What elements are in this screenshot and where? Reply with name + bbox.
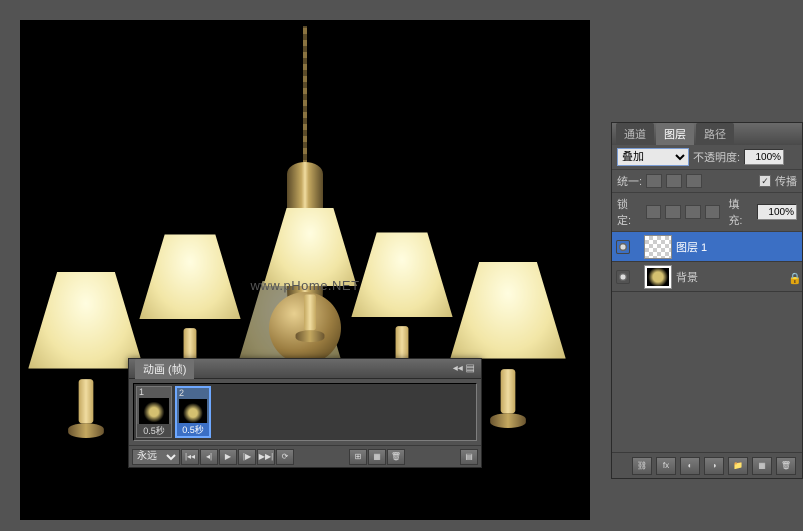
layer-row[interactable]: 背景 🔒 — [612, 262, 802, 292]
layer-row[interactable]: 图层 1 — [612, 232, 802, 262]
last-frame-button[interactable]: ▶▶| — [257, 449, 275, 465]
layer-thumbnail[interactable] — [644, 265, 672, 289]
delete-frame-button[interactable]: 🗑 — [387, 449, 405, 465]
layers-panel-tabs: 通道 图层 路径 — [612, 123, 802, 145]
panel-options-button[interactable]: ▤ — [460, 449, 478, 465]
layer-name-label[interactable]: 背景 — [676, 269, 784, 285]
layer-group-button[interactable]: 📁 — [728, 457, 748, 475]
next-frame-button[interactable]: |▶ — [238, 449, 256, 465]
tab-paths[interactable]: 路径 — [696, 123, 734, 145]
unify-style-icon[interactable] — [686, 174, 702, 188]
animation-frame[interactable]: 2 0.5秒 — [175, 386, 211, 438]
lock-icon: 🔒 — [788, 272, 798, 282]
animation-frame[interactable]: 1 0.5秒 — [136, 386, 172, 438]
tab-layers[interactable]: 图层 — [656, 123, 694, 145]
blend-mode-select[interactable]: 叠加 — [617, 148, 689, 166]
duplicate-frame-button[interactable]: ⊞ — [349, 449, 367, 465]
panel-menu-icon[interactable]: ◂◂ ▤ — [453, 363, 475, 374]
lock-transparent-icon[interactable] — [646, 205, 662, 219]
fill-label: 填充: — [728, 196, 753, 228]
frame-thumbnail — [139, 398, 169, 426]
visibility-eye-icon[interactable] — [616, 270, 630, 284]
layer-thumbnail[interactable] — [644, 235, 672, 259]
link-layers-button[interactable]: ⛓ — [632, 457, 652, 475]
animation-panel: 动画 (帧) ◂◂ ▤ 1 0.5秒 2 0.5秒 永远 |◂◂ ◂| ▶ |▶… — [128, 358, 482, 468]
watermark-text: www.pHome.NET — [250, 278, 359, 293]
new-frame-button[interactable]: ▦ — [368, 449, 386, 465]
lock-pixels-icon[interactable] — [665, 205, 681, 219]
layer-name-label[interactable]: 图层 1 — [676, 239, 798, 255]
lock-position-icon[interactable] — [685, 205, 701, 219]
animation-tab[interactable]: 动画 (帧) — [135, 359, 194, 379]
frame-delay[interactable]: 0.5秒 — [137, 424, 171, 437]
frame-number: 1 — [139, 387, 144, 397]
delete-layer-button[interactable]: 🗑 — [776, 457, 796, 475]
lock-label: 锁定: — [617, 196, 642, 228]
unify-label: 统一: — [617, 173, 642, 189]
unify-position-icon[interactable] — [646, 174, 662, 188]
layer-fx-button[interactable]: fx — [656, 457, 676, 475]
frame-delay[interactable]: 0.5秒 — [177, 423, 209, 436]
tab-channels[interactable]: 通道 — [616, 123, 654, 145]
opacity-input[interactable] — [744, 149, 784, 165]
tween-button[interactable]: ⟳ — [276, 449, 294, 465]
new-layer-button[interactable]: ▦ — [752, 457, 772, 475]
propagate-label: 传播 — [775, 173, 797, 189]
adjustment-layer-button[interactable]: ◑ — [704, 457, 724, 475]
layer-list: 图层 1 背景 🔒 — [612, 232, 802, 452]
unify-visibility-icon[interactable] — [666, 174, 682, 188]
layer-mask-button[interactable]: ◐ — [680, 457, 700, 475]
opacity-label: 不透明度: — [693, 149, 740, 165]
animation-panel-header[interactable]: 动画 (帧) ◂◂ ▤ — [129, 359, 481, 379]
visibility-eye-icon[interactable] — [616, 240, 630, 254]
lock-all-icon[interactable] — [705, 205, 721, 219]
propagate-checkbox[interactable] — [759, 175, 771, 187]
play-button[interactable]: ▶ — [219, 449, 237, 465]
first-frame-button[interactable]: |◂◂ — [181, 449, 199, 465]
loop-select[interactable]: 永远 — [132, 449, 180, 465]
animation-footer: 永远 |◂◂ ◂| ▶ |▶ ▶▶| ⟳ ⊞ ▦ 🗑 ▤ — [129, 445, 481, 467]
fill-input[interactable] — [757, 204, 797, 220]
prev-frame-button[interactable]: ◂| — [200, 449, 218, 465]
frame-number: 2 — [179, 388, 184, 398]
layers-panel: 通道 图层 路径 叠加 不透明度: 统一: 传播 锁定: 填充: 图层 1 — [611, 122, 803, 479]
frames-strip: 1 0.5秒 2 0.5秒 — [133, 383, 477, 441]
layers-panel-footer: ⛓ fx ◐ ◑ 📁 ▦ 🗑 — [612, 452, 802, 478]
